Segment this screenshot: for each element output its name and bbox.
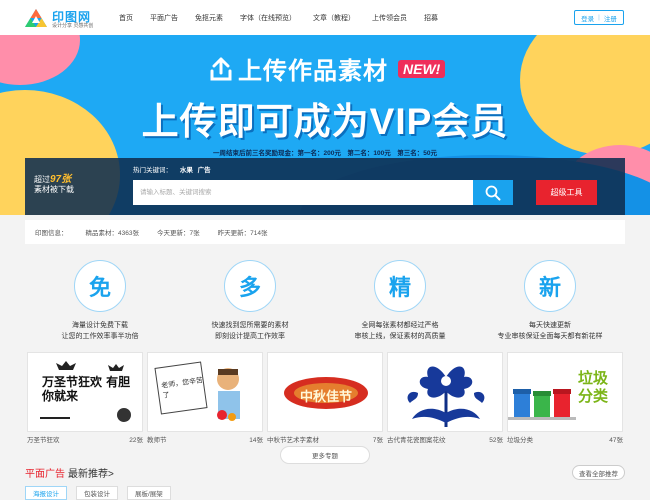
search-icon — [485, 185, 501, 200]
halloween-art-text: 万圣节狂欢 有胆你就来 — [42, 375, 131, 403]
feature-line: 审核上线，保证素材的高质量 — [354, 333, 446, 340]
section-title: 平面广告 最新推荐> — [25, 465, 114, 480]
vip-title: 上传即可成为VIP会员 — [141, 101, 509, 142]
feature-line: 即刻设计提高工作效率 — [215, 333, 285, 340]
search-input[interactable] — [133, 180, 473, 205]
topic-title: 古代青花瓷图案花纹 — [387, 437, 446, 444]
mid-autumn-art-text: 中秋佳节 — [299, 390, 352, 405]
stats-label: 印图信息： — [35, 230, 68, 237]
hot-keywords-label: 热门关键词： — [133, 167, 172, 174]
topic-title: 中秋节艺术字素材 — [267, 437, 319, 444]
super-tool-button[interactable]: 超级工具 — [536, 180, 597, 205]
stat-prefix: 超过 — [34, 175, 50, 184]
feature-item: 多 快速找到您所需要的素材 即刻设计提高工作效率 — [175, 260, 325, 342]
nav-item-print-ads[interactable]: 平面广告 — [150, 13, 178, 23]
auth-box: 登录 | 注册 — [574, 10, 624, 25]
auth-separator: | — [598, 14, 600, 21]
topic-thumbnails: 万圣节狂欢 有胆你就来 万圣节狂欢 22张 老师，您辛苦了 教师节 14张 中秋… — [25, 352, 625, 444]
hot-keyword[interactable]: 水果 — [180, 167, 193, 174]
topic-title: 垃圾分类 — [507, 437, 533, 444]
feature-line: 让您的工作效率事半功倍 — [61, 333, 139, 340]
main-nav: 首页 平面广告 免抠元素 字体（在线预览） 文章（教程） 上传领会员 招募 — [119, 13, 455, 23]
topic-count: 14张 — [249, 437, 263, 444]
feature-line: 专业审核保证全面每天都有新花样 — [497, 333, 603, 340]
feature-item: 精 全网每张素材都经过严格 审核上线，保证素材的高质量 — [325, 260, 475, 342]
topic-card[interactable]: 万圣节狂欢 有胆你就来 万圣节狂欢 22张 — [27, 352, 143, 444]
feature-list: 免 海量设计免费下载 让您的工作效率事半功倍 多 快速找到您所需要的素材 即刻设… — [25, 260, 625, 350]
tag-display-board[interactable]: 展板/展架 — [127, 486, 171, 500]
topic-caption: 古代青花瓷图案花纹 52张 — [387, 434, 503, 444]
upload-icon — [210, 57, 232, 80]
topic-caption: 中秋节艺术字素材 7张 — [267, 434, 383, 444]
topic-count: 22张 — [129, 437, 143, 444]
feature-line: 全网每张素材都经过严格 — [361, 322, 439, 329]
topic-title: 万圣节狂欢 — [27, 437, 60, 444]
more-topics-button[interactable]: 更多专题 — [280, 446, 370, 464]
garbage-art-text: 垃圾分类 — [577, 369, 608, 405]
view-all-button[interactable]: 查看全部推荐 — [572, 465, 625, 480]
site-logo[interactable]: 印图网 设计分享 灵感共创 — [25, 7, 105, 29]
many-icon: 多 — [224, 260, 276, 312]
stats-yesterday-count: 昨天更新：714张 — [217, 230, 268, 237]
category-tags: 海报设计 包装设计 展板/展架 — [25, 486, 180, 500]
banner-blob-pink-left — [0, 35, 80, 85]
topic-thumbnail[interactable]: 垃圾分类 — [507, 352, 623, 432]
new-badge: NEW! — [398, 59, 446, 78]
topic-caption: 教师节 14张 — [147, 434, 263, 444]
porcelain-flower-icon — [407, 366, 485, 428]
topic-caption: 垃圾分类 47张 — [507, 434, 623, 444]
logo-triangle-icon — [25, 9, 47, 27]
topic-card[interactable]: 垃圾分类 垃圾分类 47张 — [507, 352, 623, 444]
prize-text: 一周结束后前三名奖励现金：第一名：200元 第二名：100元 第三名：50元 — [213, 150, 437, 157]
tag-poster-design[interactable]: 海报设计 — [25, 486, 67, 500]
feature-item: 新 每天快速更新 专业审核保证全面每天都有新花样 — [475, 260, 625, 342]
nav-item-fonts[interactable]: 字体（在线预览） — [240, 13, 296, 23]
stat-suffix: 素材被下载 — [34, 185, 74, 194]
nav-item-articles[interactable]: 文章（教程） — [313, 13, 355, 23]
section-title-sub[interactable]: 最新推荐> — [68, 469, 114, 480]
nav-item-cutout-elements[interactable]: 免抠元素 — [195, 13, 223, 23]
download-stat: 超过97张 素材被下载 — [34, 175, 74, 195]
hot-keyword[interactable]: 广告 — [198, 167, 211, 174]
feature-line: 快速找到您所需要的素材 — [211, 322, 289, 329]
topic-thumbnail[interactable]: 中秋佳节 — [267, 352, 383, 432]
search-panel: 超过97张 素材被下载 热门关键词： 水果 广告 超级工具 — [25, 158, 625, 215]
topic-card[interactable]: 老师，您辛苦了 教师节 14张 — [147, 352, 263, 444]
top-header: 印图网 设计分享 灵感共创 首页 平面广告 免抠元素 字体（在线预览） 文章（教… — [0, 0, 650, 35]
section-title-main[interactable]: 平面广告 — [25, 469, 65, 480]
tag-package-design[interactable]: 包装设计 — [76, 486, 118, 500]
nav-item-home[interactable]: 首页 — [119, 13, 133, 23]
feature-item: 免 海量设计免费下载 让您的工作效率事半功倍 — [25, 260, 175, 342]
stats-today-count: 今天更新：7张 — [156, 230, 200, 237]
register-link[interactable]: 注册 — [604, 13, 617, 23]
topic-caption: 万圣节狂欢 22张 — [27, 434, 143, 444]
free-icon: 免 — [74, 260, 126, 312]
new-icon: 新 — [524, 260, 576, 312]
topic-count: 7张 — [372, 437, 383, 444]
topic-title: 教师节 — [147, 437, 167, 444]
topic-thumbnail[interactable] — [387, 352, 503, 432]
topic-card[interactable]: 中秋佳节 中秋节艺术字素材 7张 — [267, 352, 383, 444]
feature-line: 每天快速更新 — [529, 322, 571, 329]
stat-number: 97张 — [50, 174, 72, 185]
upload-headline: 上传作品素材 NEW! — [210, 51, 446, 86]
topic-thumbnail[interactable]: 老师，您辛苦了 — [147, 352, 263, 432]
login-link[interactable]: 登录 — [581, 13, 594, 23]
nav-item-upload-vip[interactable]: 上传领会员 — [372, 13, 407, 23]
topic-count: 52张 — [489, 437, 503, 444]
feature-line: 海量设计免费下载 — [72, 322, 128, 329]
topic-count: 47张 — [609, 437, 623, 444]
stats-quality-count: 精品素材：4363张 — [85, 230, 139, 237]
topic-thumbnail[interactable]: 万圣节狂欢 有胆你就来 — [27, 352, 143, 432]
nav-item-recruit[interactable]: 招募 — [424, 13, 438, 23]
site-stats-bar: 印图信息： 精品素材：4363张 今天更新：7张 昨天更新：714张 — [25, 220, 625, 244]
hot-keywords: 热门关键词： 水果 广告 — [133, 164, 211, 174]
logo-slogan: 设计分享 灵感共创 — [52, 23, 94, 29]
upload-title: 上传作品素材 — [238, 58, 388, 85]
search-button[interactable] — [473, 180, 513, 205]
quality-icon: 精 — [374, 260, 426, 312]
topic-card[interactable]: 古代青花瓷图案花纹 52张 — [387, 352, 503, 444]
